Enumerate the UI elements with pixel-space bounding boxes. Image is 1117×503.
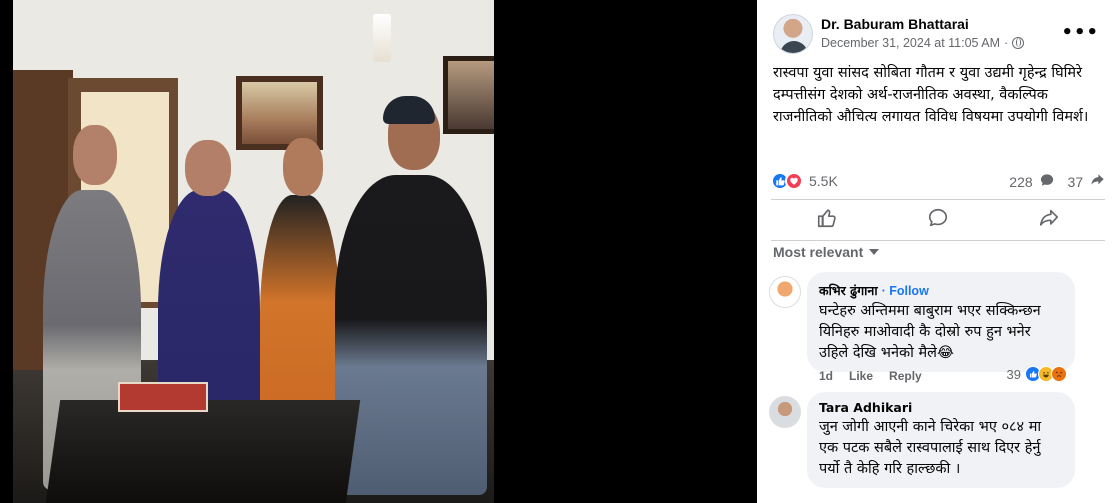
comment-item: कभिर ढुंगाना · Follow घन्टेहरु अन्तिममा ब… bbox=[769, 272, 1105, 392]
comment-reactions[interactable]: 39 bbox=[1007, 366, 1067, 382]
photo-person-4 bbox=[335, 175, 487, 495]
comment-bubble: कभिर ढुंगाना · Follow घन्टेहरु अन्तिममा ब… bbox=[807, 272, 1075, 372]
comment-meta: 1d Like Reply bbox=[819, 369, 922, 383]
comment-text: जुन जोगी आएनी काने चिरेका भए ०८४ मा एक प… bbox=[819, 419, 1042, 477]
commenter-avatar[interactable] bbox=[769, 396, 801, 428]
photo-person-1-head bbox=[73, 125, 117, 185]
post-meta: December 31, 2024 at 11:05 AM · bbox=[821, 36, 1025, 50]
comment-sort-dropdown[interactable]: Most relevant bbox=[773, 244, 880, 260]
photo-person-3-head bbox=[283, 138, 323, 196]
share-arrow-icon bbox=[1090, 173, 1105, 190]
thumbs-up-icon bbox=[816, 207, 838, 234]
divider-top bbox=[771, 199, 1105, 200]
comment-text: घन्टेहरु अन्तिममा बाबुराम भएर सक्किन्छन … bbox=[819, 303, 1041, 361]
post-header: Dr. Baburam Bhattarai December 31, 2024 … bbox=[773, 14, 1109, 58]
post-date[interactable]: December 31, 2024 at 11:05 AM bbox=[821, 36, 1000, 50]
share-icon bbox=[1038, 207, 1060, 234]
commenter-name[interactable]: Tara Adhikari bbox=[819, 400, 1063, 415]
commenter-avatar[interactable] bbox=[769, 276, 801, 308]
photo-table bbox=[45, 400, 361, 503]
share-button[interactable] bbox=[999, 203, 1099, 237]
divider-bottom bbox=[771, 240, 1105, 241]
comment-count: 228 bbox=[1009, 173, 1033, 190]
meta-separator: · bbox=[1004, 36, 1009, 50]
post-photo[interactable] bbox=[13, 0, 494, 503]
reaction-count[interactable]: 5.5K bbox=[809, 173, 838, 189]
photo-wall-portrait bbox=[443, 56, 494, 134]
comment-reaction-count: 39 bbox=[1006, 366, 1021, 382]
share-count-link[interactable]: 37 bbox=[1068, 173, 1105, 190]
share-count: 37 bbox=[1067, 173, 1084, 190]
comment-item: Tara Adhikari जुन जोगी आएनी काने चिरेका … bbox=[769, 392, 1105, 503]
chevron-down-icon bbox=[869, 249, 880, 255]
follow-button[interactable]: · Follow bbox=[882, 284, 929, 298]
comment-reply-button[interactable]: Reply bbox=[889, 369, 922, 383]
post-actions bbox=[771, 202, 1105, 238]
engagement-counts: 228 37 bbox=[1009, 173, 1105, 190]
comment-like-button[interactable]: Like bbox=[849, 369, 873, 383]
photo-viewer bbox=[0, 0, 757, 503]
author-name[interactable]: Dr. Baburam Bhattarai bbox=[821, 16, 969, 32]
sort-label: Most relevant bbox=[773, 244, 864, 260]
comment-bubble: Tara Adhikari जुन जोगी आएनी काने चिरेका … bbox=[807, 392, 1075, 488]
more-options-button[interactable]: ••• bbox=[1061, 22, 1099, 43]
post-text: रास्वपा युवा सांसद सोबिता गौतम र युवा उद… bbox=[773, 65, 1089, 125]
reactions-bar: 5.5K 228 37 bbox=[771, 168, 1105, 194]
photo-books bbox=[118, 382, 208, 412]
photo-person-2-head bbox=[185, 140, 231, 196]
author-avatar[interactable] bbox=[773, 14, 813, 54]
angry-reaction-icon bbox=[1051, 366, 1067, 382]
like-button[interactable] bbox=[777, 203, 877, 237]
photo-wall-lamp bbox=[373, 14, 391, 62]
comment-header: कभिर ढुंगाना · Follow bbox=[819, 280, 1063, 299]
comment-count-link[interactable]: 228 bbox=[1009, 173, 1053, 190]
commenter-name[interactable]: कभिर ढुंगाना bbox=[819, 283, 878, 298]
globe-icon bbox=[1012, 37, 1025, 49]
comment-time[interactable]: 1d bbox=[819, 369, 833, 383]
post-sidebar: Dr. Baburam Bhattarai December 31, 2024 … bbox=[757, 0, 1117, 503]
love-reaction-icon[interactable] bbox=[785, 172, 803, 190]
comment-icon bbox=[927, 207, 949, 234]
comment-button[interactable] bbox=[888, 203, 988, 237]
comment-bubble-icon bbox=[1040, 173, 1054, 190]
